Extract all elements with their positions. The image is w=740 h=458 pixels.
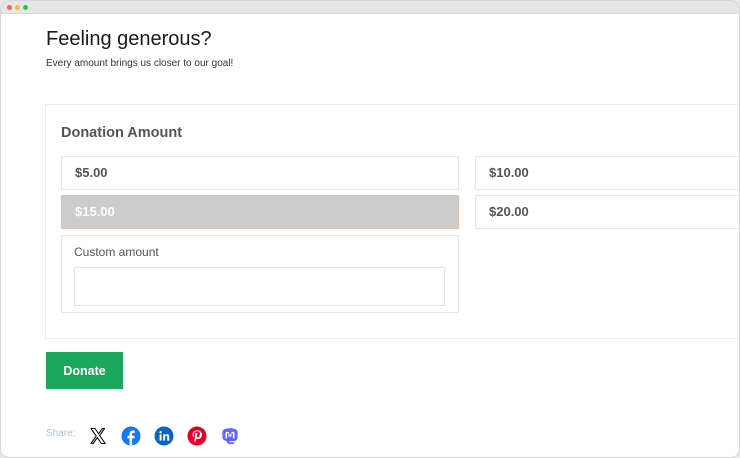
zoom-window-button[interactable] xyxy=(23,5,28,10)
mastodon-icon[interactable] xyxy=(220,426,240,446)
facebook-icon[interactable] xyxy=(121,426,141,446)
page-subtitle: Every amount brings us closer to our goa… xyxy=(46,58,234,69)
amount-option-20[interactable]: $20.00 xyxy=(475,195,739,229)
donate-button[interactable]: Donate xyxy=(46,352,123,389)
donation-amount-heading: Donation Amount xyxy=(61,125,183,141)
window-titlebar xyxy=(1,1,739,14)
close-window-button[interactable] xyxy=(7,5,12,10)
minimize-window-button[interactable] xyxy=(15,5,20,10)
amount-option-15[interactable]: $15.00 xyxy=(61,195,459,229)
custom-amount-input[interactable] xyxy=(74,267,445,306)
x-icon[interactable] xyxy=(88,426,108,446)
amount-option-10[interactable]: $10.00 xyxy=(475,156,739,190)
browser-window: Feeling generous? Every amount brings us… xyxy=(0,0,740,458)
page-title: Feeling generous? xyxy=(46,28,212,50)
pinterest-icon[interactable] xyxy=(187,426,207,446)
custom-amount-label: Custom amount xyxy=(74,245,159,259)
amount-option-5[interactable]: $5.00 xyxy=(61,156,459,190)
linkedin-icon[interactable] xyxy=(154,426,174,446)
share-label: Share: xyxy=(46,428,76,439)
